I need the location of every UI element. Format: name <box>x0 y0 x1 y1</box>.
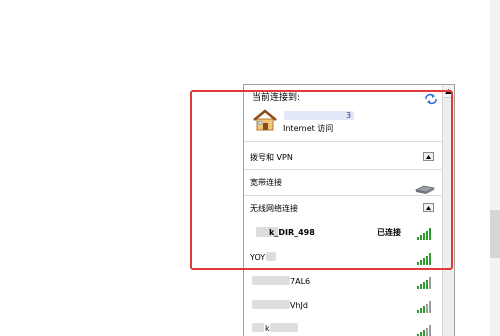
separator <box>244 169 442 170</box>
network-name: 7AL6 <box>290 277 311 286</box>
wifi-signal-icon <box>416 225 432 240</box>
panel-scrollbar[interactable] <box>442 85 454 336</box>
wifi-signal-icon <box>416 322 432 336</box>
network-name-redacted <box>284 111 354 120</box>
dialup-collapse-button[interactable] <box>423 152 434 161</box>
broadband-section: 宽带连接 <box>250 178 282 187</box>
page-scrollbar-thumb[interactable] <box>490 210 500 258</box>
connected-status: 已连接 <box>377 228 401 237</box>
wireless-section: 无线网络连接 <box>250 204 298 213</box>
dialup-vpn-section: 拨号和 VPN <box>250 153 293 162</box>
network-name-redacted <box>252 276 290 285</box>
network-name-redacted <box>270 323 298 332</box>
network-name: k <box>265 324 270 333</box>
network-name: YOY <box>250 253 266 262</box>
network-name-redacted <box>266 252 276 261</box>
scroll-up-button[interactable] <box>443 85 454 98</box>
network-panel: 当前连接到: 3 Internet 访问 拨号和 VPN 宽带连接 无线网络连接… <box>243 84 455 336</box>
current-connection-label: 当前连接到: <box>252 93 301 103</box>
wifi-signal-icon <box>416 274 432 289</box>
broadband-icon[interactable] <box>414 179 436 194</box>
wifi-signal-icon <box>416 298 432 313</box>
home-network-icon <box>253 109 277 131</box>
separator <box>244 141 442 142</box>
network-name-redacted <box>252 323 264 332</box>
wifi-signal-icon <box>416 250 432 265</box>
refresh-icon[interactable] <box>424 90 438 105</box>
wireless-collapse-button[interactable] <box>423 203 434 212</box>
network-name-redacted <box>252 300 290 309</box>
internet-access-text: Internet 访问 <box>283 124 334 133</box>
network-name: k_DIR_498 <box>269 228 315 237</box>
page-scrollbar-track[interactable] <box>490 0 500 336</box>
separator <box>244 195 442 196</box>
network-name-fragment: 3 <box>346 111 352 120</box>
network-name: VhJd <box>290 301 308 310</box>
